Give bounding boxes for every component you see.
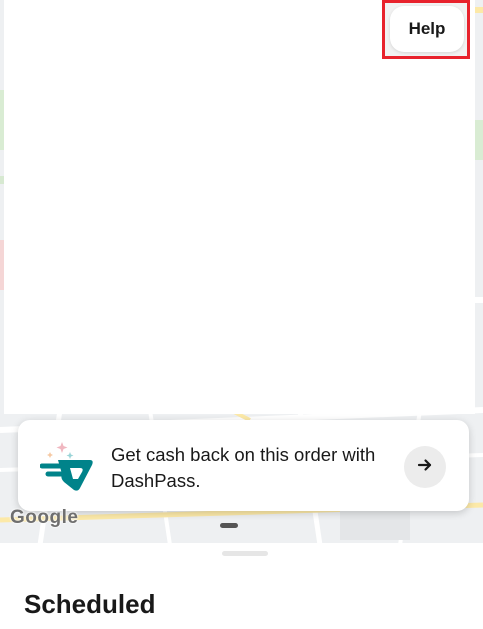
arrow-right-button[interactable] [404,446,446,488]
map-drag-handle[interactable] [220,523,238,528]
dashpass-banner[interactable]: Get cash back on this order with DashPas… [18,420,469,511]
arrow-right-icon [417,457,433,478]
dashpass-logo-icon [39,438,98,494]
help-button[interactable]: Help [390,6,464,52]
map-loading-overlay [4,0,475,414]
google-attribution: Google [10,507,79,528]
screen: Help Get cash back on this order with Da… [0,0,483,629]
sheet-title: Scheduled [24,589,156,619]
sheet-drag-handle[interactable] [222,551,268,556]
dashpass-banner-text: Get cash back on this order with DashPas… [111,444,376,491]
bottom-sheet[interactable]: Scheduled [0,543,483,629]
